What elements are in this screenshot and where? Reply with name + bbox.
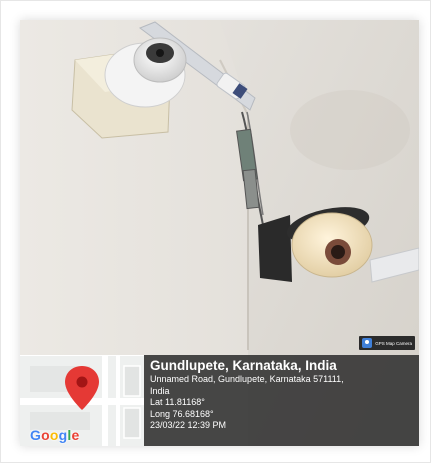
latitude: Lat 11.81168° xyxy=(150,397,205,407)
location-info: Gundlupete, Karnataka, India Unnamed Roa… xyxy=(144,355,419,446)
app-badge: GPS Map Camera xyxy=(359,336,415,350)
map-thumbnail: Google xyxy=(20,355,144,446)
wall-stain xyxy=(290,90,410,170)
dome-camera-2-lens xyxy=(331,245,345,259)
longitude: Long 76.68168° xyxy=(150,408,214,419)
location-title: Gundlupete, Karnataka, India xyxy=(150,358,337,373)
camera-icon xyxy=(362,338,373,348)
photo-frame: GPS Map Camera Google Gundlupete, Karnat… xyxy=(0,0,431,463)
camera-2-mount xyxy=(258,215,292,282)
address-line-1: Unnamed Road, Gundlupete, Karnataka 5711… xyxy=(150,374,344,384)
google-logo: Google xyxy=(30,427,80,443)
address-line-2: India xyxy=(150,385,170,396)
app-badge-label: GPS Map Camera xyxy=(375,340,412,346)
photo: GPS Map Camera Google Gundlupete, Karnat… xyxy=(20,20,419,446)
timestamp: 23/03/22 12:39 PM xyxy=(150,420,227,430)
dome-camera-1-lens-center xyxy=(156,49,164,57)
geotag-bar: GPS Map Camera Google Gundlupete, Karnat… xyxy=(20,336,419,446)
